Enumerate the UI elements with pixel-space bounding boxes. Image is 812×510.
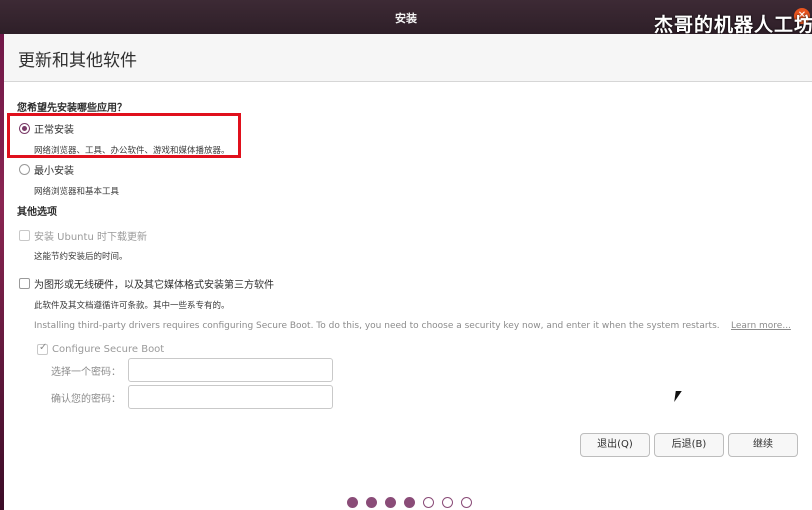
configure-secure-boot-label: Configure Secure Boot — [52, 344, 165, 355]
progress-dot — [347, 497, 358, 508]
progress-dot — [461, 497, 472, 508]
secure-boot-info: Installing third-party drivers requires … — [34, 321, 720, 331]
watermark: 杰哥的机器人工坊 — [654, 14, 812, 36]
minimal-install-label: 最小安装 — [34, 166, 74, 177]
minimal-install-description: 网络浏览器和基本工具 — [34, 187, 120, 197]
checkbox-icon[interactable] — [19, 230, 30, 241]
red-highlight-box — [7, 113, 241, 158]
installer-window: 更新和其他软件 您希望先安装哪些应用？ 正常安装 网络浏览器、工具、办公软件、游… — [4, 34, 812, 510]
third-party-description: 此软件及其文档遵循许可条款。其中一些系专有的。 — [34, 301, 230, 311]
password-input[interactable] — [128, 358, 333, 382]
download-updates-checkbox[interactable]: 安装 Ubuntu 时下载更新 — [19, 228, 147, 243]
configure-secure-boot-checkbox[interactable]: Configure Secure Boot — [37, 342, 165, 355]
quit-button[interactable]: 退出(Q) — [580, 433, 650, 457]
mouse-cursor-icon — [674, 391, 682, 402]
confirm-password-label: 确认您的密码： — [51, 394, 121, 405]
page-title: 更新和其他软件 — [18, 51, 137, 71]
confirm-password-input[interactable] — [128, 385, 333, 409]
radio-minimal-install[interactable]: 最小安装 — [19, 162, 74, 177]
third-party-checkbox[interactable]: 为图形或无线硬件，以及其它媒体格式安装第三方软件 — [19, 276, 274, 291]
radio-unselected-icon[interactable] — [19, 164, 30, 175]
page-header: 更新和其他软件 — [4, 34, 812, 82]
download-updates-description: 这能节约安装后的时间。 — [34, 252, 128, 262]
progress-dot — [366, 497, 377, 508]
other-options-heading: 其他选项 — [17, 207, 57, 218]
checkmark-icon[interactable] — [37, 342, 48, 355]
progress-dot — [404, 497, 415, 508]
checkbox-icon[interactable] — [19, 278, 30, 289]
download-updates-label: 安装 Ubuntu 时下载更新 — [34, 232, 147, 243]
install-question: 您希望先安装哪些应用？ — [17, 103, 127, 114]
progress-dot — [423, 497, 434, 508]
learn-more-link[interactable]: Learn more... — [731, 321, 791, 331]
continue-button[interactable]: 继续 — [728, 433, 798, 457]
progress-dots — [347, 497, 472, 508]
progress-dot — [442, 497, 453, 508]
progress-dot — [385, 497, 396, 508]
back-button[interactable]: 后退(B) — [654, 433, 724, 457]
third-party-label: 为图形或无线硬件，以及其它媒体格式安装第三方软件 — [34, 280, 274, 291]
password-label: 选择一个密码： — [51, 367, 121, 378]
